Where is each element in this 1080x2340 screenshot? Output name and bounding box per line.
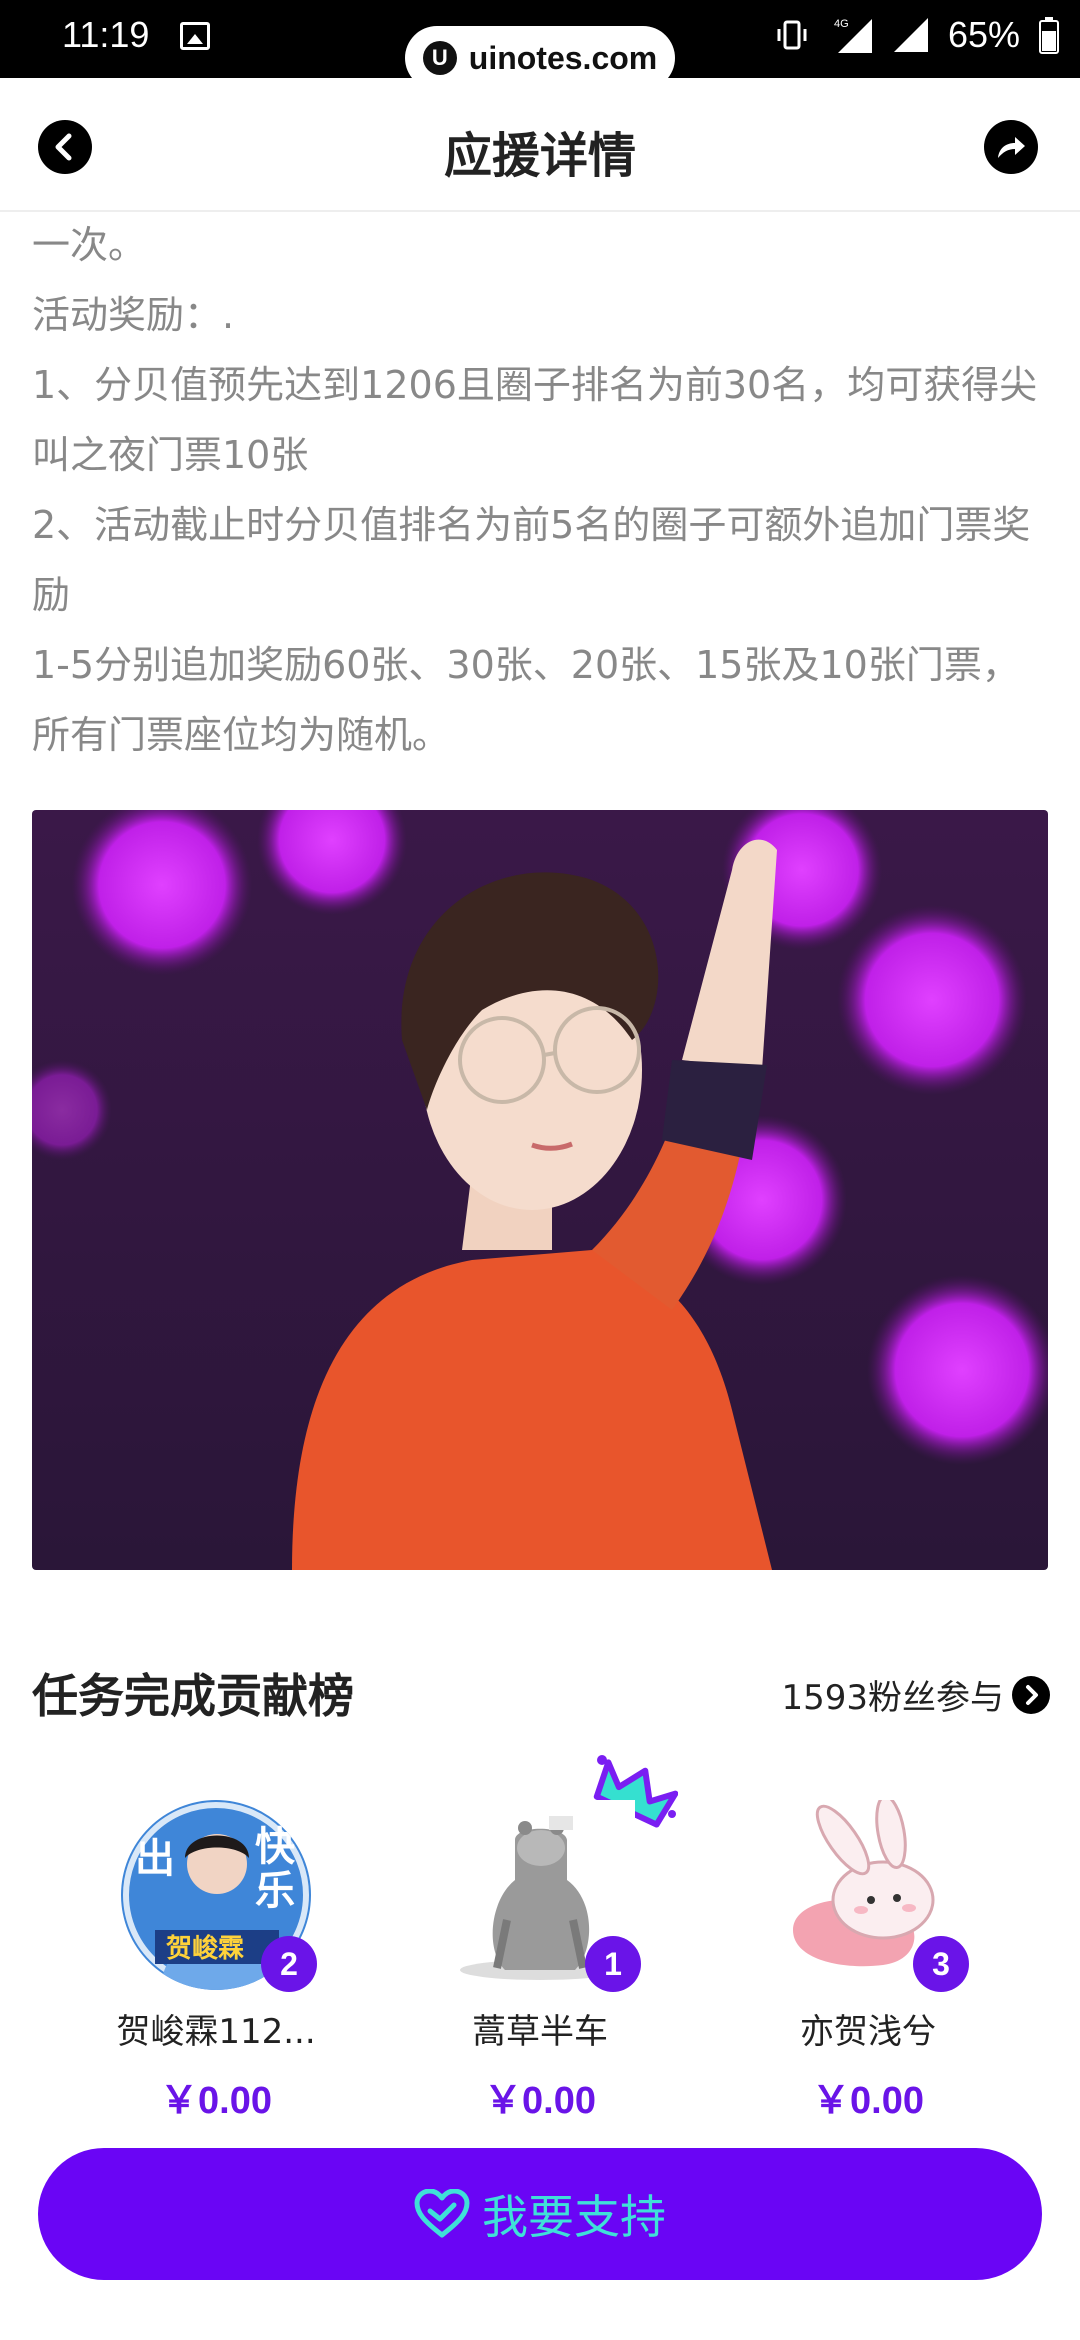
description-paragraph: 1、分贝值预先达到1206且圈子排名为前30名，均可获得尖叫之夜门票10张 [32, 363, 1038, 477]
ranking-entry[interactable]: 出 快 乐 贺峻霖 2 贺峻霖112... ￥0.00 [96, 1800, 336, 2124]
chevron-right-icon [1012, 1675, 1050, 1714]
idol-photo [32, 810, 1048, 1570]
avatar-text: 乐 [255, 1868, 295, 1914]
app-header: 应援详情 [0, 78, 1080, 212]
contribution-amount: ￥0.00 [160, 2080, 272, 2122]
support-button[interactable]: 我要支持 [38, 2148, 1042, 2280]
participants-link[interactable]: 1593粉丝参与 [781, 1670, 1050, 1719]
heart-check-icon [414, 2189, 470, 2238]
uinotes-logo-icon: U [422, 41, 457, 75]
participants-count: 1593粉丝参与 [781, 1678, 1004, 1718]
description-paragraph: 2、活动截止时分贝值排名为前5名的圈子可额外追加门票奖励 [32, 503, 1031, 617]
avatar-text: 贺峻霖 [166, 1933, 244, 1964]
watermark-text: uinotes.com [468, 39, 658, 76]
rank-badge: 2 [261, 1936, 317, 1992]
share-button[interactable] [984, 120, 1038, 174]
status-time: 11:19 [62, 14, 150, 55]
fan-name: 贺峻霖112... [116, 2012, 316, 2052]
ranking-title: 任务完成贡献榜 [32, 1669, 354, 1723]
vibrate-icon [777, 20, 807, 50]
rank-badge: 1 [585, 1936, 641, 1992]
status-indicators: 4G 65% [774, 14, 1060, 56]
wifi-signal-icon [893, 18, 928, 52]
description-paragraph: 活动奖励：. [32, 293, 235, 337]
fan-name: 亦贺浅兮 [800, 2012, 936, 2052]
fan-name: 蒿草半车 [472, 2012, 608, 2052]
description-paragraph: 1-5分别追加奖励60张、30张、20张、15张及10张门票，所有门票座位均为随… [32, 643, 1020, 757]
avatar-text: 出 [135, 1836, 175, 1882]
contribution-amount: ￥0.00 [484, 2080, 596, 2122]
rank-badge: 3 [913, 1936, 969, 1992]
network-type-label: 4G [834, 18, 849, 30]
description-paragraph: 一次。 [32, 223, 147, 267]
gallery-notification-icon [180, 22, 210, 50]
page-title: 应援详情 [443, 128, 636, 184]
battery-percent: 65% [947, 14, 1020, 55]
avatar-text: 快 [255, 1824, 296, 1870]
contribution-amount: ￥0.00 [812, 2080, 924, 2122]
activity-description: 一次。 活动奖励：. 1、分贝值预先达到1206且圈子排名为前30名，均可获得尖… [32, 210, 1052, 770]
support-button-label: 我要支持 [482, 2190, 666, 2244]
ranking-entry[interactable]: 1 蒿草半车 ￥0.00 [420, 1800, 660, 2124]
battery-icon [1039, 17, 1059, 54]
mobile-signal-icon: 4G [834, 18, 872, 53]
share-arrow-icon [998, 137, 1025, 158]
ranking-entry[interactable]: 3 亦贺浅兮 ￥0.00 [748, 1800, 988, 2124]
